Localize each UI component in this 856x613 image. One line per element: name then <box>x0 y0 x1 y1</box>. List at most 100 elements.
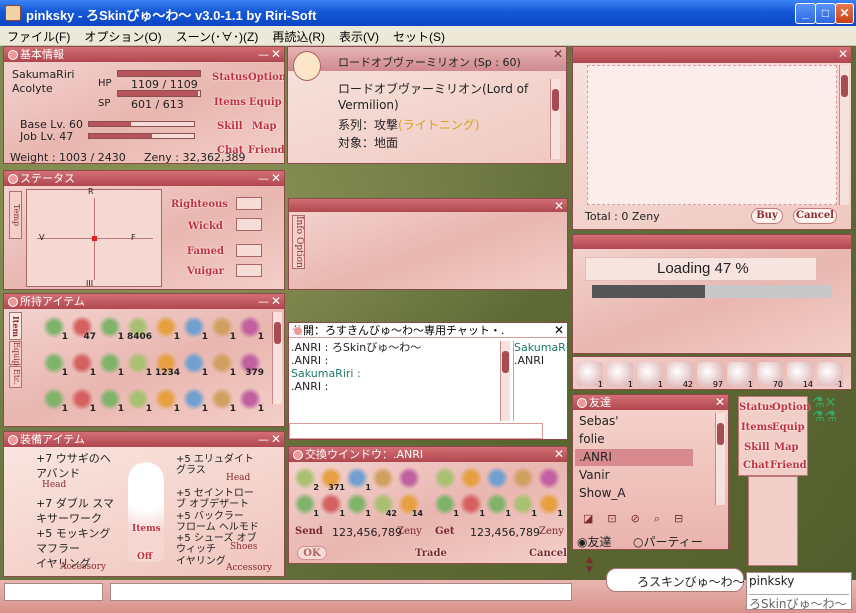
member-item[interactable]: SakumaRir <box>514 341 567 354</box>
friend-item[interactable]: .ANRI <box>575 449 693 466</box>
friend-item[interactable]: Vanir <box>575 467 693 484</box>
chat-room-box[interactable]: pinksky ろSkinびゅ～わ～ <box>746 572 852 611</box>
inventory-slot[interactable]: 1 <box>154 388 180 414</box>
option-button[interactable]: Option <box>248 72 284 83</box>
trade-slot[interactable]: 1 <box>459 493 485 518</box>
trade-get-items[interactable]: 11111 <box>433 467 565 521</box>
hotbar-slot[interactable]: 97 <box>697 362 723 389</box>
inventory-slot[interactable]: 1 <box>98 352 124 378</box>
mini-option-button[interactable]: Option <box>772 402 810 413</box>
hotbar-slot[interactable]: 1 <box>577 362 603 389</box>
potion-icons[interactable]: ⚗✕ ⚗⚗ <box>812 396 842 426</box>
inventory-slot[interactable]: 1 <box>210 388 236 414</box>
info-titlebar[interactable] <box>289 199 567 212</box>
trade-slot[interactable]: 1 <box>293 493 319 518</box>
close-icon[interactable]: ✕ <box>271 294 281 309</box>
hotbar-slot[interactable]: 1 <box>607 362 633 389</box>
inventory-grid[interactable]: 1 47 1 8406 1 1 1 1 1 1 1 1 1234 1 1 379 1 1 1 1 1 1 1 1 <box>42 316 272 424</box>
chat-button[interactable]: Chat <box>217 145 243 156</box>
trade-slot[interactable]: 1 <box>433 493 459 518</box>
status-button[interactable]: Status <box>212 72 248 83</box>
hotbar-slots[interactable]: 1 1 1 42 97 1 70 14 1 <box>577 361 849 389</box>
equip-left-text[interactable]: マフラー <box>36 540 80 556</box>
status-title[interactable]: ステータス <box>4 171 284 186</box>
trade-slot[interactable]: 1 <box>345 467 371 492</box>
trade-title[interactable]: 交換ウインドウ：.ANRI <box>289 447 567 462</box>
inventory-slot[interactable]: 1 <box>210 316 236 342</box>
trade-slot[interactable] <box>433 467 457 489</box>
trade-slot[interactable]: 1 <box>345 493 371 518</box>
items-toggle[interactable]: Items <box>132 524 161 534</box>
alignment-chart[interactable] <box>26 189 162 287</box>
whisper-name-input[interactable] <box>4 583 103 601</box>
trade-slot[interactable]: 371 <box>319 467 345 492</box>
menu-view[interactable]: 表示(V) <box>332 26 386 45</box>
shop-scrollbar[interactable] <box>839 65 849 205</box>
chat-scroll-arrows-icon[interactable]: ▲ ▼ <box>586 555 596 577</box>
maximize-button[interactable]: □ <box>815 3 836 24</box>
close-icon[interactable]: ✕ <box>554 199 564 214</box>
inventory-slot[interactable]: 1 <box>42 352 68 378</box>
trade-slot[interactable]: 1 <box>537 493 563 518</box>
chat-input[interactable] <box>289 423 543 439</box>
close-icon[interactable]: ✕ <box>271 171 281 186</box>
menu-soon[interactable]: スーン(･∀･)(Z) <box>169 26 266 45</box>
info-tab[interactable]: Info Option <box>292 215 305 269</box>
friend-button[interactable]: Friend <box>248 145 284 156</box>
friend-scrollbar[interactable] <box>715 413 725 505</box>
trade-button[interactable]: Trade <box>415 548 447 559</box>
inventory-slot[interactable]: 1 <box>98 388 124 414</box>
trade-slot[interactable]: 1 <box>319 493 345 518</box>
app-icon[interactable] <box>5 5 21 21</box>
inventory-slot[interactable]: 1 <box>42 388 68 414</box>
trade-slot[interactable]: 14 <box>397 493 423 518</box>
inventory-slot[interactable]: 1 <box>182 352 208 378</box>
trade-slot[interactable] <box>511 467 535 489</box>
title-bar[interactable]: pinksky - ろSkinびゅ～わ～ v3.0-1.1 by Riri-So… <box>0 0 856 26</box>
inventory-slot[interactable]: 1 <box>126 388 152 414</box>
inventory-slot[interactable]: 1 <box>70 352 96 378</box>
inventory-slot[interactable]: 8406 <box>126 316 152 342</box>
ok-button[interactable]: OK <box>297 546 327 560</box>
friend-tool-icons[interactable]: ◪⊡⊘⌕⊟ <box>583 512 723 528</box>
map-button[interactable]: Map <box>252 121 277 132</box>
inventory-slot[interactable]: 1 <box>182 388 208 414</box>
inventory-slot[interactable]: 1 <box>70 388 96 414</box>
trade-slot[interactable]: 1 <box>485 493 511 518</box>
trade-slot[interactable] <box>459 467 483 489</box>
equip-tab[interactable]: Equip <box>9 341 22 366</box>
chat-input-main[interactable] <box>110 583 572 601</box>
trade-send-items[interactable]: 2 371 1 1 1 1 42 14 <box>293 467 429 521</box>
inventory-slot[interactable]: 1 <box>154 316 180 342</box>
minimize-icon[interactable]: — <box>258 171 269 186</box>
hotbar-slot[interactable]: 42 <box>667 362 693 389</box>
mini-items-button[interactable]: Items <box>741 422 773 433</box>
equip-left-text[interactable]: +7 ダブル スマ <box>36 495 114 511</box>
etc-tab[interactable]: Etc. <box>9 366 22 388</box>
shop-cancel-button[interactable]: Cancel <box>793 208 837 224</box>
hotbar-slot[interactable]: 1 <box>727 362 753 389</box>
hotbar-slot[interactable]: 14 <box>787 362 813 389</box>
inventory-slot[interactable]: 1234 <box>154 352 180 378</box>
inventory-slot[interactable]: 1 <box>126 352 152 378</box>
minimize-icon[interactable]: — <box>258 47 269 62</box>
items-button[interactable]: Items <box>214 97 246 108</box>
trade-cancel-button[interactable]: Cancel <box>529 548 567 559</box>
shop-titlebar[interactable] <box>573 47 851 63</box>
friend-item[interactable]: folie <box>575 431 693 448</box>
equip-right-text[interactable]: イヤリング <box>176 552 226 567</box>
close-icon[interactable]: ✕ <box>271 47 281 62</box>
trade-slot[interactable] <box>485 467 509 489</box>
minimize-button[interactable]: _ <box>795 3 816 24</box>
chat-member-list[interactable]: SakumaRir .ANRI <box>513 341 567 421</box>
close-icon[interactable]: ✕ <box>838 47 848 62</box>
inventory-title[interactable]: 所持アイテム <box>4 294 284 309</box>
inventory-slot[interactable]: 379 <box>238 352 264 378</box>
hotbar-slot[interactable]: 1 <box>817 362 843 389</box>
equip-left-slots[interactable]: +7 ウサギのヘ アバンド Head +7 ダブル スマ キサーワーク +5 モッキングマ… <box>12 450 130 576</box>
equip-right-slots[interactable]: +5 エリュダイト グラス Head +5 セイントローブ オブデザート +5 バックラ… <box>174 450 282 576</box>
equip-left-text[interactable]: キサーワーク <box>36 510 102 526</box>
friend-item[interactable]: Show_A <box>575 485 693 502</box>
inventory-slot[interactable]: 1 <box>182 316 208 342</box>
trade-slot[interactable] <box>371 467 395 489</box>
